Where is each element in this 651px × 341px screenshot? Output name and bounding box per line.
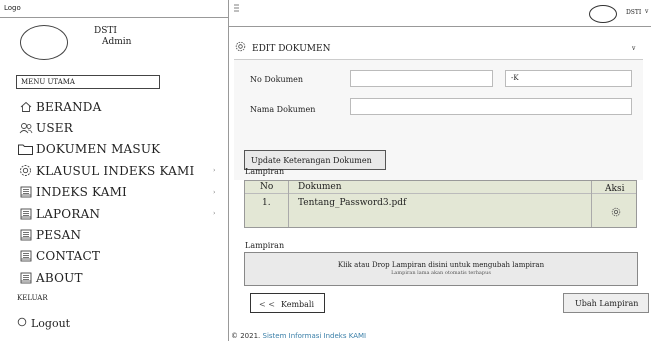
chevron-down-icon[interactable]: v: [645, 8, 648, 15]
sidebar-item-label: DOKUMEN MASUK: [36, 142, 161, 157]
power-icon: [17, 316, 27, 330]
document-icon: [17, 229, 34, 241]
logout-label: Logout: [31, 316, 71, 330]
sidebar-item-klausul-indeks-kami[interactable]: KLAUSUL INDEKS KAMI ›: [17, 160, 222, 181]
hamburger-icon[interactable]: [234, 4, 240, 12]
no-dokumen-suffix-field[interactable]: -K: [505, 70, 632, 87]
sidebar-menu: BERANDA USER DOKUMEN MASUK KLAUSUL INDEK…: [17, 96, 222, 289]
avatar: [20, 25, 68, 60]
logout-link[interactable]: Logout: [17, 316, 70, 330]
top-user-name[interactable]: DSTI: [626, 9, 641, 16]
nama-dokumen-label: Nama Dokumen: [250, 105, 316, 114]
document-icon: [17, 208, 34, 220]
row-no: 1.: [262, 198, 271, 208]
sidebar-item-label: LAPORAN: [36, 206, 101, 221]
no-dokumen-label: No Dokumen: [250, 75, 304, 84]
page-title: EDIT DOKUMEN: [252, 44, 331, 54]
sidebar-item-label: INDEKS KAMI: [36, 185, 127, 200]
sidebar-item-label: BERANDA: [36, 99, 102, 114]
gear-icon: [17, 164, 34, 177]
collapse-toggle[interactable]: v: [632, 45, 635, 52]
sidebar-item-user[interactable]: USER: [17, 117, 222, 138]
document-icon: [17, 250, 34, 262]
footer-brand-link[interactable]: Sistem Informasi Indeks KAMI: [263, 332, 367, 340]
gear-icon: [235, 41, 246, 55]
no-dokumen-field[interactable]: [350, 70, 493, 87]
header-aksi: Aksi: [605, 184, 625, 194]
lampiran-dropzone[interactable]: Klik atau Drop Lampiran disini untuk men…: [244, 252, 638, 286]
kembali-label: Kembali: [280, 300, 315, 309]
edit-dokumen-panel: EDIT DOKUMEN v No Dokumen -K Nama Dokume…: [229, 34, 651, 334]
sidebar-item-pesan[interactable]: PESAN: [17, 224, 222, 245]
footer-copyright: © 2021.: [231, 332, 261, 340]
sidebar-item-label: PESAN: [36, 228, 82, 243]
dropzone-text: Klik atau Drop Lampiran disini untuk men…: [337, 261, 545, 269]
sidebar-item-indeks-kami[interactable]: INDEKS KAMI ›: [17, 182, 222, 203]
sidebar-item-dokumen-masuk[interactable]: DOKUMEN MASUK: [17, 139, 222, 160]
document-icon: [17, 186, 34, 198]
lampiran-label: Lampiran: [245, 167, 285, 176]
menu-title: MENU UTAMA: [16, 75, 160, 89]
sidebar: Logo DSTI Admin MENU UTAMA BERANDA USER …: [0, 0, 229, 341]
lampiran-table: No Dokumen Aksi 1. Tentang_Password3.pdf: [244, 180, 637, 228]
nama-dokumen-field[interactable]: [350, 98, 632, 115]
user-name: DSTI: [94, 26, 117, 36]
lampiran-label-2: Lampiran: [245, 241, 285, 250]
chevron-right-icon: ›: [213, 210, 216, 218]
sidebar-item-laporan[interactable]: LAPORAN ›: [17, 203, 222, 224]
column-divider: [288, 181, 289, 227]
sidebar-item-contact[interactable]: CONTACT: [17, 246, 222, 267]
keluar-heading: KELUAR: [17, 294, 48, 302]
chevron-right-icon: ›: [213, 188, 216, 196]
back-arrows-icon: < <: [259, 300, 275, 309]
ubah-lampiran-button[interactable]: Ubah Lampiran: [563, 293, 649, 313]
top-avatar[interactable]: [589, 5, 617, 23]
chevron-right-icon: ›: [213, 167, 216, 175]
sidebar-item-label: KLAUSUL INDEKS KAMI: [36, 163, 195, 178]
footer: © 2021. Sistem Informasi Indeks KAMI: [231, 332, 366, 340]
panel-header: EDIT DOKUMEN v: [234, 38, 643, 60]
column-divider: [591, 181, 592, 227]
dropzone-subtext: Lampiran lama akan otomatis terhapus: [391, 270, 491, 276]
header-dokumen: Dokumen: [298, 182, 342, 192]
sidebar-item-beranda[interactable]: BERANDA: [17, 96, 222, 117]
topbar: DSTI v: [229, 0, 651, 27]
users-icon: [17, 122, 34, 134]
user-role: Admin: [102, 37, 132, 47]
folder-icon: [17, 143, 34, 156]
logo: Logo: [0, 0, 228, 18]
document-icon: [17, 272, 34, 284]
sidebar-item-label: USER: [36, 121, 73, 136]
sidebar-item-label: CONTACT: [36, 249, 101, 264]
user-profile: DSTI Admin: [0, 18, 228, 68]
sidebar-item-about[interactable]: ABOUT: [17, 267, 222, 288]
header-no: No: [260, 182, 274, 192]
kembali-button[interactable]: < < Kembali: [250, 293, 325, 313]
home-icon: [17, 101, 34, 113]
form-area: No Dokumen -K Nama Dokumen Update Ketera…: [234, 60, 643, 180]
sidebar-item-label: ABOUT: [36, 270, 83, 285]
row-dokumen[interactable]: Tentang_Password3.pdf: [298, 198, 406, 208]
settings-icon[interactable]: [611, 207, 621, 220]
